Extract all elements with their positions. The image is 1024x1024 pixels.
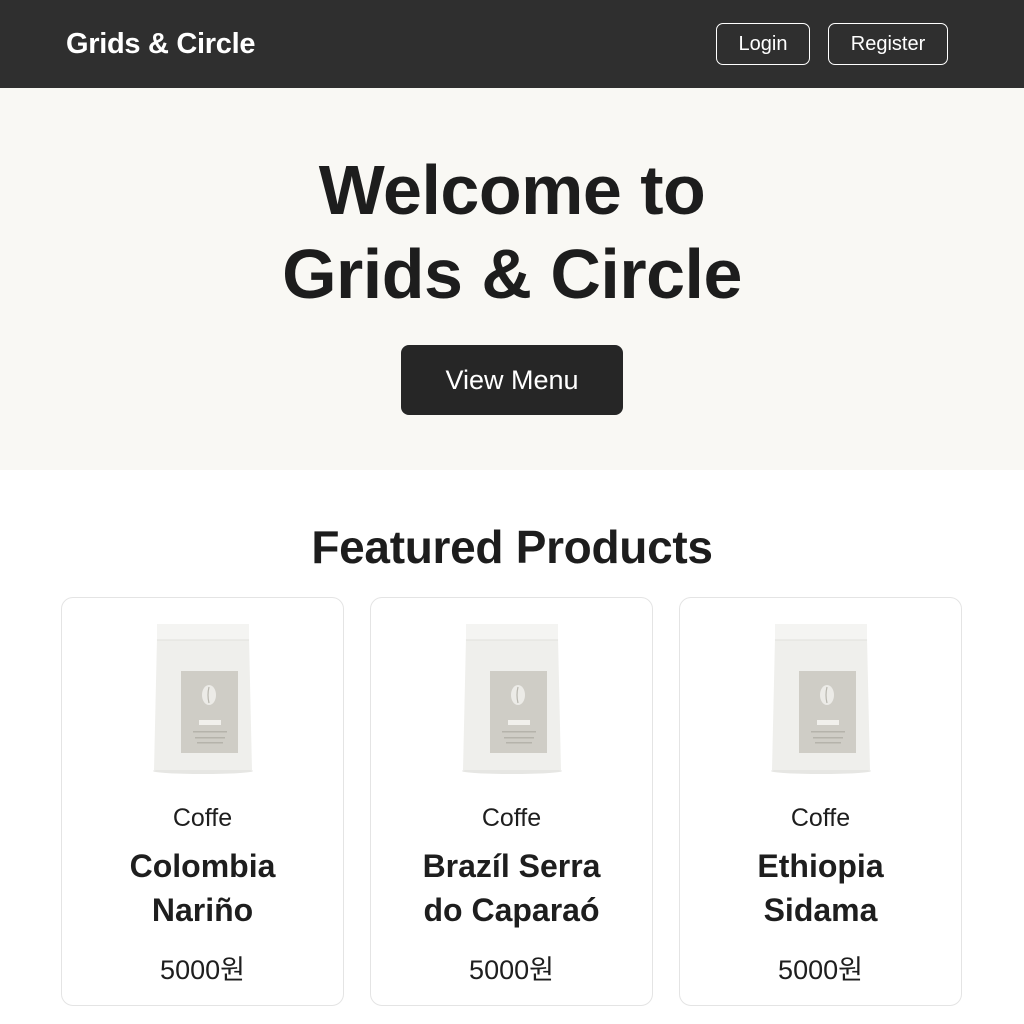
product-price: 5000원: [160, 955, 245, 985]
hero-title: Welcome to Grids & Circle: [0, 148, 1024, 316]
product-name: Colombia Nariño: [62, 844, 343, 932]
product-grid: Coffe Colombia Nariño 5000원 Coffe Brazíl…: [61, 597, 962, 1006]
product-card[interactable]: Coffe Ethiopia Sidama 5000원: [679, 597, 962, 1006]
product-name: Brazíl Serra do Caparaó: [371, 844, 652, 932]
product-name: Ethiopia Sidama: [680, 844, 961, 932]
hero-title-line-2: Grids & Circle: [282, 235, 742, 313]
product-card[interactable]: Coffe Colombia Nariño 5000원: [61, 597, 344, 1006]
product-category: Coffe: [790, 804, 851, 832]
coffee-bag-icon: [460, 624, 564, 774]
view-menu-button[interactable]: View Menu: [401, 345, 623, 415]
product-name-line-1: Ethiopia: [757, 848, 884, 884]
nav-actions: Login Register: [716, 23, 948, 65]
product-name-line-1: Colombia: [129, 848, 276, 884]
product-price: 5000원: [778, 955, 863, 985]
brand-logo-text[interactable]: Grids & Circle: [66, 28, 256, 61]
featured-products-title: Featured Products: [311, 521, 713, 573]
product-name-line-2: do Caparaó: [423, 892, 600, 928]
product-name-line-1: Brazíl Serra: [422, 848, 601, 884]
login-button[interactable]: Login: [716, 23, 810, 65]
product-category: Coffe: [172, 804, 233, 832]
coffee-bag-icon: [769, 624, 873, 774]
coffee-bag-icon: [151, 624, 255, 774]
top-navbar: Grids & Circle Login Register: [0, 0, 1024, 88]
product-price: 5000원: [469, 955, 554, 985]
product-card[interactable]: Coffe Brazíl Serra do Caparaó 5000원: [370, 597, 653, 1006]
hero-title-line-1: Welcome to: [318, 151, 706, 229]
product-name-line-2: Nariño: [151, 892, 254, 928]
product-category: Coffe: [481, 804, 542, 832]
product-name-line-2: Sidama: [763, 892, 878, 928]
register-button[interactable]: Register: [828, 23, 948, 65]
hero-section: Welcome to Grids & Circle View Menu: [0, 88, 1024, 470]
